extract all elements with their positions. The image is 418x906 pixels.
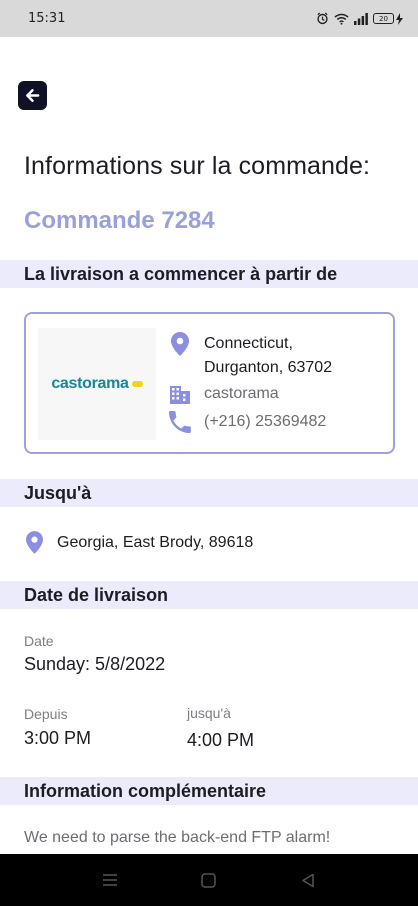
pickup-store-name: castorama xyxy=(204,385,279,402)
order-number: Commande 7284 xyxy=(24,207,215,234)
battery-icon: 20 xyxy=(373,12,404,25)
additional-info-text: We need to parse the back-end FTP alarm! xyxy=(24,829,331,846)
from-time-label: Depuis xyxy=(24,706,68,722)
destination-address-row: Georgia, East Brody, 89618 xyxy=(26,531,253,554)
section-header-additional-info: Information complémentaire xyxy=(0,777,418,805)
pickup-phone-row: (+216) 25369482 xyxy=(168,410,326,434)
building-icon xyxy=(168,382,192,406)
location-pin-icon xyxy=(168,332,192,356)
arrow-left-icon xyxy=(26,89,40,102)
store-logo-text: castorama xyxy=(51,375,129,392)
menu-icon[interactable] xyxy=(90,860,130,900)
location-pin-icon xyxy=(26,531,43,554)
home-icon[interactable] xyxy=(189,860,229,900)
pickup-card: castorama Connecticut, Durganton, 63702 … xyxy=(24,312,395,454)
store-logo-accent xyxy=(131,381,143,387)
section-header-delivery-date: Date de livraison xyxy=(0,581,418,609)
pickup-phone[interactable]: (+216) 25369482 xyxy=(204,410,326,434)
pickup-store-row: castorama xyxy=(168,382,279,406)
store-logo: castorama xyxy=(38,328,156,440)
pickup-address-line1: Connecticut, xyxy=(204,335,293,352)
page-title: Informations sur la commande: xyxy=(24,152,371,180)
date-label: Date xyxy=(24,633,54,649)
system-nav-bar xyxy=(0,854,418,906)
battery-level: 20 xyxy=(373,13,394,24)
back-button[interactable] xyxy=(18,81,47,110)
phone-icon xyxy=(168,410,192,434)
signal-icon xyxy=(354,12,368,25)
to-time-label: jusqu'à xyxy=(187,705,231,721)
pickup-address-row: Connecticut, Durganton, 63702 xyxy=(168,332,332,380)
pickup-address-line2: Durganton, 63702 xyxy=(204,359,333,376)
section-header-pickup: La livraison a commencer à partir de xyxy=(0,260,418,288)
date-value: Sunday: 5/8/2022 xyxy=(24,654,166,674)
alarm-icon xyxy=(316,12,329,25)
section-header-destination: Jusqu'à xyxy=(0,479,418,507)
to-time-value: 4:00 PM xyxy=(187,730,255,750)
wifi-icon xyxy=(334,13,349,25)
back-triangle-icon[interactable] xyxy=(288,860,328,900)
from-time-value: 3:00 PM xyxy=(24,728,92,748)
destination-address: Georgia, East Brody, 89618 xyxy=(57,533,254,551)
status-time: 15:31 xyxy=(28,11,66,26)
status-icons: 20 xyxy=(316,12,404,25)
status-bar: 15:31 20 xyxy=(0,0,418,37)
charging-icon xyxy=(396,12,403,25)
